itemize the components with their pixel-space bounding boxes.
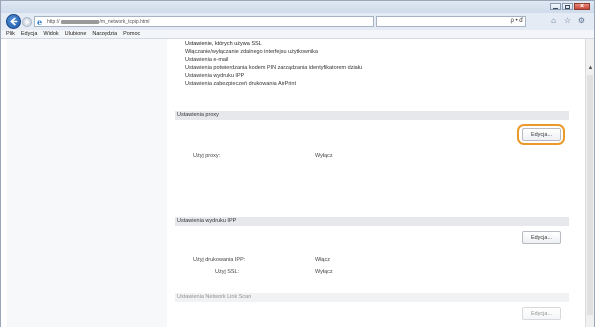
- ipp-row-label: Użyj drukowania IPP:: [193, 257, 246, 263]
- toolbar-icons: ⌂ ☆ ⚙: [549, 16, 586, 25]
- menu-favorites[interactable]: Ulubione: [65, 31, 87, 37]
- ipp-row-value: Wyłącz: [315, 269, 333, 275]
- window-controls: ×: [550, 3, 590, 10]
- ipp-row-label: Użyj SSL:: [215, 269, 240, 275]
- ie-page-icon: e: [37, 16, 43, 27]
- menu-tools[interactable]: Narzędzia: [92, 31, 117, 37]
- url-path: /m_network_tcpip.html: [99, 18, 150, 25]
- menu-help[interactable]: Pomoc: [123, 31, 140, 37]
- ipp-edit-button[interactable]: Edycja...: [522, 231, 561, 244]
- search-refresh-icons: ρ • ď: [510, 18, 523, 24]
- ipp-section: Ustawienia wydruku IPP Edycja... Użyj dr…: [175, 217, 569, 289]
- ssl-item-ipp: Ustawienia wydruku IPP: [185, 73, 245, 79]
- back-button[interactable]: [6, 14, 21, 29]
- proxy-edit-button[interactable]: Edycja...: [522, 128, 561, 141]
- scroll-up-icon[interactable]: ▲: [587, 65, 594, 72]
- back-arrow-icon: [10, 17, 18, 26]
- ipp-section-header: Ustawienia wydruku IPP: [175, 217, 569, 226]
- nls-edit-button[interactable]: Edycja...: [522, 307, 561, 320]
- forward-arrow-icon: [24, 19, 30, 25]
- close-icon: ×: [579, 2, 585, 10]
- forward-button[interactable]: [22, 17, 32, 27]
- nls-section-header: Ustawienia Network Link Scan: [175, 293, 569, 302]
- main-pane: Ustawienie, których używa SSL Włączanie/…: [173, 39, 571, 327]
- proxy-section-header: Ustawienia proxy: [175, 111, 569, 120]
- menu-edit[interactable]: Edycja: [21, 31, 38, 37]
- menu-bar: Plik Edycja Widok Ulubione Narzędzia Pom…: [1, 30, 594, 39]
- vertical-scrollbar[interactable]: ▲: [585, 39, 594, 327]
- title-bar: ×: [1, 1, 594, 13]
- close-button[interactable]: ×: [574, 3, 590, 10]
- left-pane-background: [7, 39, 167, 327]
- browser-window: × e http:// /m_network_tcpip.html ρ • ď …: [0, 0, 595, 327]
- ssl-item-airprint: Ustawienia zabezpieczeń drukowania AirPr…: [185, 81, 296, 87]
- proxy-field-label: Użyj proxy:: [193, 153, 221, 159]
- scroll-thumb[interactable]: [587, 75, 593, 315]
- gear-icon[interactable]: ⚙: [577, 16, 586, 25]
- menu-view[interactable]: Widok: [43, 31, 58, 37]
- proxy-section: Ustawienia proxy Edycja... Użyj proxy: W…: [175, 111, 569, 181]
- ipp-row-value: Włącz: [315, 257, 330, 263]
- maximize-icon: [565, 4, 570, 9]
- url-redacted-host: [60, 19, 99, 24]
- minimize-button[interactable]: [550, 3, 561, 10]
- page-content: Ustawienie, których używa SSL Włączanie/…: [1, 39, 585, 327]
- search-box[interactable]: ρ • ď: [376, 16, 526, 27]
- ssl-item-pin: Ustawienia potwierdzania kodem PIN zarzą…: [185, 65, 363, 71]
- maximize-button[interactable]: [562, 3, 573, 10]
- menu-file[interactable]: Plik: [6, 31, 15, 37]
- ssl-item-email: Ustawienia e-mail: [185, 57, 229, 63]
- home-icon[interactable]: ⌂: [549, 16, 558, 25]
- ssl-item-remote-ui: Włączanie/wyłączanie zdalnego interfejsu…: [185, 49, 318, 55]
- star-icon[interactable]: ☆: [563, 16, 572, 25]
- left-pane: [1, 39, 169, 327]
- proxy-field-value: Wyłącz: [315, 153, 333, 159]
- url-prefix: http://: [47, 18, 60, 25]
- ssl-heading: Ustawienie, których używa SSL: [185, 41, 262, 47]
- minimize-icon: [553, 7, 558, 9]
- address-bar[interactable]: e http:// /m_network_tcpip.html: [34, 16, 374, 27]
- network-link-scan-section: Ustawienia Network Link Scan Edycja...: [175, 293, 569, 327]
- ssl-settings-list: Ustawienie, których używa SSL Włączanie/…: [185, 40, 565, 88]
- address-row: e http:// /m_network_tcpip.html ρ • ď ⌂ …: [1, 13, 594, 30]
